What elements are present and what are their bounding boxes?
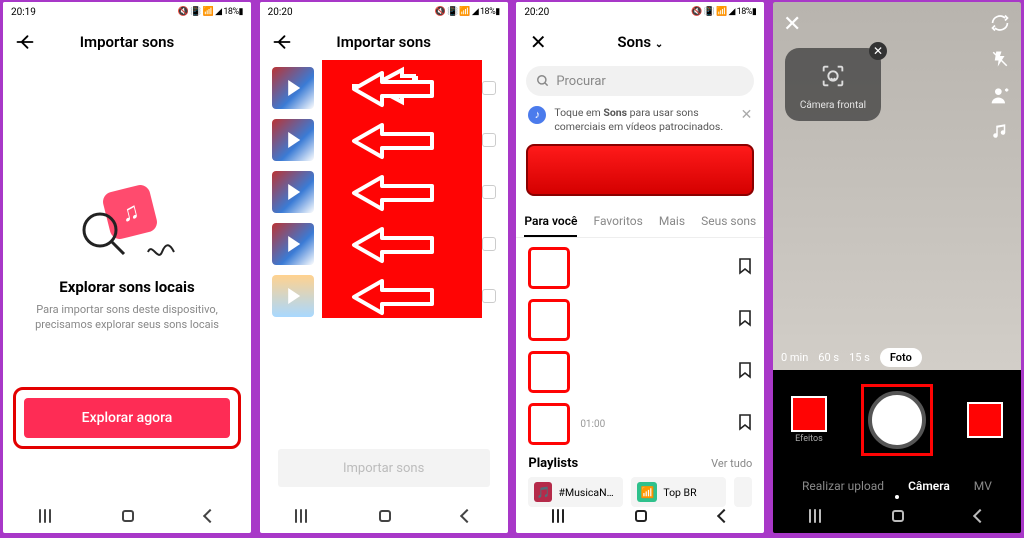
upload-button[interactable] bbox=[967, 402, 1003, 438]
music-icon[interactable] bbox=[989, 120, 1011, 142]
tooltip-close-icon[interactable]: ✕ bbox=[869, 42, 887, 60]
explore-now-button[interactable]: Explorar agora bbox=[24, 398, 230, 438]
nav-back[interactable] bbox=[460, 509, 474, 523]
face-scan-icon bbox=[819, 62, 847, 90]
nav-back[interactable] bbox=[717, 509, 731, 523]
nav-recents[interactable] bbox=[39, 509, 51, 523]
track-row[interactable] bbox=[528, 294, 752, 346]
shutter-button[interactable] bbox=[861, 384, 933, 456]
close-camera-button[interactable]: ✕ bbox=[783, 12, 801, 37]
chevron-down-icon: ⌄ bbox=[655, 39, 663, 50]
front-camera-tooltip: ✕ Câmera frontal bbox=[785, 48, 881, 121]
select-checkbox[interactable] bbox=[482, 237, 496, 251]
search-icon bbox=[536, 74, 550, 88]
nav-recents[interactable] bbox=[809, 509, 821, 523]
music-tip-icon: ♪ bbox=[528, 106, 546, 124]
page-title: Importar sons bbox=[80, 33, 175, 51]
status-time: 20:20 bbox=[524, 7, 549, 18]
status-bar: 20:20 🔇 📳 📶 ◢ 18%▮ bbox=[516, 2, 764, 22]
bookmark-icon[interactable] bbox=[738, 361, 752, 383]
select-checkbox[interactable] bbox=[482, 133, 496, 147]
screen-sounds: 20:20 🔇 📳 📶 ◢ 18%▮ ✕ Sons ⌄ Procurar ♪ T… bbox=[516, 2, 764, 533]
select-checkbox[interactable] bbox=[482, 185, 496, 199]
mode-realizar-upload[interactable]: Realizar upload bbox=[802, 479, 884, 493]
tab-favoritos[interactable]: Favoritos bbox=[594, 214, 643, 228]
playlists-heading: Playlists bbox=[528, 456, 578, 471]
header: Importar sons bbox=[3, 22, 251, 62]
track-thumbnail[interactable] bbox=[528, 403, 570, 445]
select-checkbox[interactable] bbox=[482, 81, 496, 95]
sound-thumbnail[interactable] bbox=[272, 275, 314, 317]
status-time: 20:20 bbox=[268, 7, 293, 18]
tip-text: Toque em Sons para usar sons comerciais … bbox=[554, 106, 732, 134]
android-navbar bbox=[773, 499, 1021, 533]
see-all-link[interactable]: Ver tudo bbox=[711, 457, 752, 470]
sound-tabs: Para você Favoritos Mais Seus sons bbox=[516, 204, 764, 238]
track-row[interactable] bbox=[528, 346, 752, 398]
dismiss-tip-button[interactable]: ✕ bbox=[741, 106, 753, 125]
screen-camera: ✕ ✕ Câmera frontal 0 min 60 s 15 s Foto Efe… bbox=[773, 2, 1021, 533]
nav-recents[interactable] bbox=[552, 509, 564, 523]
annotation-highlight: Explorar agora bbox=[13, 387, 241, 449]
sound-thumbnail[interactable] bbox=[272, 223, 314, 265]
mode-câmera[interactable]: Câmera bbox=[908, 479, 950, 493]
nav-home[interactable] bbox=[635, 510, 647, 522]
track-row[interactable]: 01:00 bbox=[528, 398, 752, 450]
android-navbar bbox=[516, 499, 764, 533]
track-row[interactable] bbox=[528, 242, 752, 294]
add-user-icon[interactable] bbox=[989, 84, 1011, 106]
empty-heading: Explorar sons locais bbox=[59, 278, 194, 296]
nav-back[interactable] bbox=[973, 509, 987, 523]
track-thumbnail[interactable] bbox=[528, 299, 570, 341]
screen-import-empty: 20:19 🔇 📳 📶 ◢ 18%▮ Importar sons ♫ Explo… bbox=[3, 2, 251, 533]
nav-home[interactable] bbox=[892, 510, 904, 522]
annotation-banner bbox=[526, 144, 754, 196]
effects-button[interactable]: Efeitos bbox=[791, 396, 827, 444]
import-button-disabled: Importar sons bbox=[278, 449, 490, 487]
flash-icon[interactable] bbox=[989, 48, 1011, 70]
bookmark-icon[interactable] bbox=[738, 309, 752, 331]
android-navbar bbox=[3, 499, 251, 533]
track-thumbnail[interactable] bbox=[528, 247, 570, 289]
status-time: 20:19 bbox=[11, 7, 36, 18]
header: ✕ Sons ⌄ bbox=[516, 22, 764, 62]
android-navbar bbox=[260, 499, 508, 533]
close-button[interactable]: ✕ bbox=[524, 28, 552, 56]
sound-thumbnail[interactable] bbox=[272, 171, 314, 213]
nav-recents[interactable] bbox=[295, 509, 307, 523]
flip-camera-icon[interactable] bbox=[989, 12, 1011, 34]
screen-import-list: 20:20 🔇 📳 📶 ◢ 18%▮ Importar sons Importa… bbox=[260, 2, 508, 533]
annotation-overlay bbox=[322, 60, 482, 318]
status-bar: 20:20 🔇 📳 📶 ◢ 18%▮ bbox=[260, 2, 508, 22]
explore-illustration: ♫ bbox=[82, 182, 172, 262]
duration-selector: 0 min 60 s 15 s Foto bbox=[773, 348, 1021, 367]
sound-thumbnail[interactable] bbox=[272, 119, 314, 161]
nav-home[interactable] bbox=[379, 510, 391, 522]
empty-subtext: Para importar sons deste dispositivo, pr… bbox=[27, 302, 227, 333]
sound-thumbnail[interactable] bbox=[272, 67, 314, 109]
page-title: Importar sons bbox=[336, 33, 431, 51]
duration-option[interactable]: Foto bbox=[880, 348, 922, 367]
select-checkbox[interactable] bbox=[482, 289, 496, 303]
status-bar: 20:19 🔇 📳 📶 ◢ 18%▮ bbox=[3, 2, 251, 22]
mode-mv[interactable]: MV bbox=[974, 479, 992, 493]
duration-option[interactable]: 60 s bbox=[818, 351, 839, 364]
tab-para-você[interactable]: Para você bbox=[524, 214, 577, 228]
back-button[interactable] bbox=[268, 28, 296, 56]
duration-option[interactable]: 0 min bbox=[781, 351, 808, 364]
back-button[interactable] bbox=[11, 28, 39, 56]
search-input[interactable]: Procurar bbox=[526, 66, 754, 96]
header: Importar sons bbox=[260, 22, 508, 62]
nav-back[interactable] bbox=[203, 509, 217, 523]
nav-home[interactable] bbox=[122, 510, 134, 522]
status-right: 🔇 📳 📶 ◢ 18%▮ bbox=[178, 7, 243, 17]
tab-seus-sons[interactable]: Seus sons bbox=[701, 214, 756, 228]
tab-mais[interactable]: Mais bbox=[659, 214, 685, 228]
bookmark-icon[interactable] bbox=[738, 257, 752, 279]
camera-modes: Realizar upload Câmera MV bbox=[773, 479, 1021, 493]
bookmark-icon[interactable] bbox=[738, 413, 752, 435]
page-title[interactable]: Sons ⌄ bbox=[617, 33, 663, 51]
track-thumbnail[interactable] bbox=[528, 351, 570, 393]
duration-option[interactable]: 15 s bbox=[849, 351, 870, 364]
